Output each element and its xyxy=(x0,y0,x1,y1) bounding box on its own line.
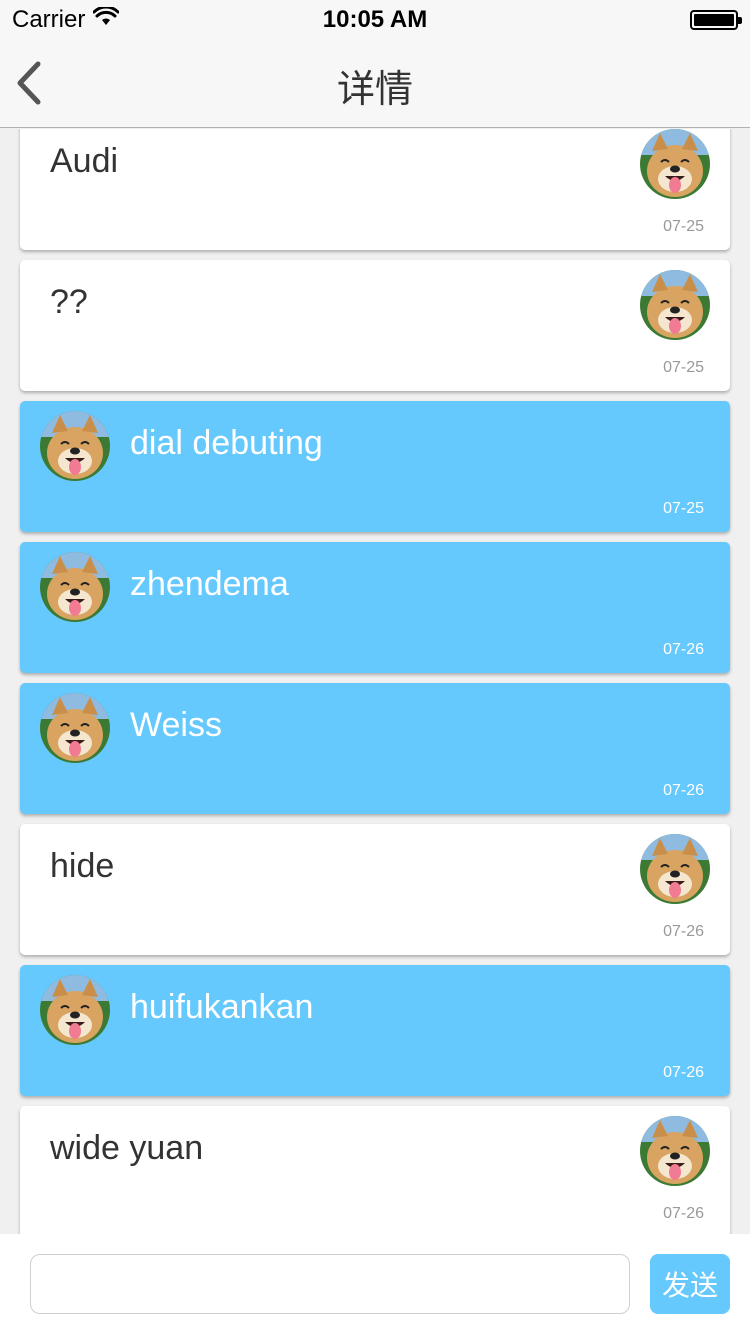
message-text: huifukankan xyxy=(130,988,314,1026)
avatar[interactable] xyxy=(40,411,110,481)
message-date: 07-26 xyxy=(663,923,704,940)
message-text: ?? xyxy=(50,283,88,321)
chat-detail-screen: Carrier 10:05 AM 详情 Audi 07-25?? 07-25 dial… xyxy=(0,0,750,1334)
message-card-in[interactable]: hide 07-26 xyxy=(20,824,730,955)
message-date: 07-25 xyxy=(663,500,704,517)
message-input[interactable] xyxy=(30,1254,630,1314)
status-time: 10:05 AM xyxy=(322,6,428,33)
message-list[interactable]: Audi 07-25?? 07-25 dial debuting 07-25 zhende… xyxy=(0,129,750,1234)
avatar[interactable] xyxy=(640,834,710,904)
message-date: 07-26 xyxy=(663,641,704,658)
message-card-in[interactable]: wide yuan 07-26 xyxy=(20,1106,730,1234)
message-card-out[interactable]: zhendema 07-26 xyxy=(20,542,730,673)
message-text: Audi xyxy=(50,142,119,180)
battery-level xyxy=(694,14,734,26)
message-text: hide xyxy=(50,847,115,885)
avatar[interactable] xyxy=(40,693,110,763)
nav-bar: 详情 xyxy=(0,40,750,128)
message-text: wide yuan xyxy=(50,1129,204,1167)
avatar[interactable] xyxy=(640,129,710,199)
message-text: dial debuting xyxy=(130,424,323,462)
message-card-out[interactable]: huifukankan 07-26 xyxy=(20,965,730,1096)
battery-icon xyxy=(690,10,742,30)
page-title: 详情 xyxy=(336,69,413,111)
status-bar: Carrier 10:05 AM xyxy=(0,0,750,40)
message-card-out[interactable]: Weiss 07-26 xyxy=(20,683,730,814)
message-card-in[interactable]: Audi 07-25 xyxy=(20,129,730,250)
message-card-out[interactable]: dial debuting 07-25 xyxy=(20,401,730,532)
send-button[interactable]: 发送 xyxy=(650,1254,730,1314)
message-date: 07-26 xyxy=(663,1064,704,1081)
message-date: 07-25 xyxy=(663,218,704,235)
avatar[interactable] xyxy=(40,552,110,622)
message-card-in[interactable]: ?? 07-25 xyxy=(20,260,730,391)
message-text: zhendema xyxy=(130,565,289,603)
avatar[interactable] xyxy=(640,1116,710,1186)
message-date: 07-26 xyxy=(663,782,704,799)
message-text: Weiss xyxy=(130,706,222,744)
input-bar: 发送 xyxy=(0,1234,750,1334)
chevron-left-icon xyxy=(17,61,41,105)
message-date: 07-26 xyxy=(663,1205,704,1222)
avatar[interactable] xyxy=(640,270,710,340)
back-button[interactable] xyxy=(10,58,60,110)
avatar[interactable] xyxy=(40,975,110,1045)
message-date: 07-25 xyxy=(663,359,704,376)
